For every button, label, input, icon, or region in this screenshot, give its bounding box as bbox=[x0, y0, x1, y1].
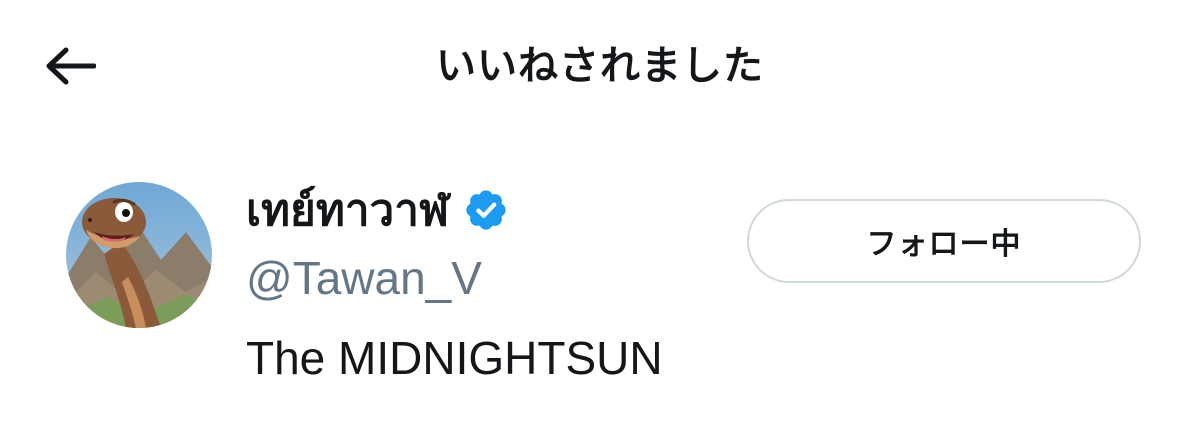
avatar[interactable] bbox=[66, 182, 212, 328]
verified-badge-icon bbox=[463, 187, 509, 233]
back-button[interactable] bbox=[38, 36, 102, 96]
user-handle: @Tawan_V bbox=[246, 252, 482, 304]
arrow-left-icon bbox=[46, 47, 96, 85]
dinosaur-avatar-image bbox=[66, 182, 212, 328]
user-list-item[interactable]: เทย์ทาวาฬ @Tawan_V The MIDNIGHTSUN フォロー中 bbox=[0, 170, 1200, 400]
display-name[interactable]: เทย์ทาวาฬ bbox=[246, 175, 449, 245]
following-button[interactable]: フォロー中 bbox=[747, 199, 1141, 283]
display-name-row: เทย์ทาวาฬ bbox=[246, 180, 509, 240]
user-bio: The MIDNIGHTSUN bbox=[246, 332, 663, 384]
page-title: いいねされました bbox=[436, 43, 764, 89]
